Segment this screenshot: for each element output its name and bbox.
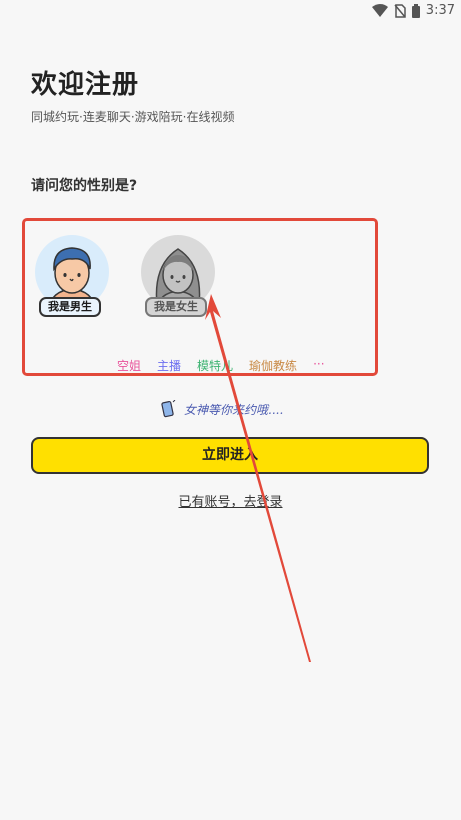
page-subtitle: 同城约玩·连麦聊天·游戏陪玩·在线视频 — [31, 110, 235, 124]
phone-icon — [161, 400, 176, 418]
status-bar: 3:37 — [0, 0, 461, 22]
tag-item: ··· — [313, 357, 325, 371]
male-option[interactable]: 我是男生 — [31, 235, 121, 325]
status-time: 3:37 — [425, 3, 455, 18]
no-sim-icon — [394, 3, 406, 18]
female-option[interactable]: 我是女生 — [137, 235, 227, 325]
tag-item: 瑜伽教练 — [249, 359, 298, 373]
tag-list: 空姐 主播 模特儿 瑜伽教练 ··· — [117, 357, 325, 374]
wifi-icon — [371, 3, 388, 17]
page-title: 欢迎注册 — [31, 70, 140, 100]
male-label: 我是男生 — [39, 297, 101, 317]
hint-row: 女神等你来约哦.... — [160, 400, 283, 418]
battery-icon — [411, 3, 420, 18]
hint-text: 女神等你来约哦.... — [184, 402, 284, 417]
gender-question: 请问您的性别是? — [31, 178, 138, 194]
tag-item: 主播 — [157, 359, 182, 373]
login-link[interactable]: 已有账号，去登录 — [0, 491, 461, 510]
tag-item: 空姐 — [117, 359, 142, 373]
tag-item: 模特儿 — [197, 359, 234, 373]
enter-now-button[interactable]: 立即进入 — [31, 437, 429, 474]
gender-selection-panel: 我是男生 我是女生 空姐 主播 模特儿 瑜伽教练 ··· — [22, 218, 378, 376]
female-label: 我是女生 — [145, 297, 207, 317]
